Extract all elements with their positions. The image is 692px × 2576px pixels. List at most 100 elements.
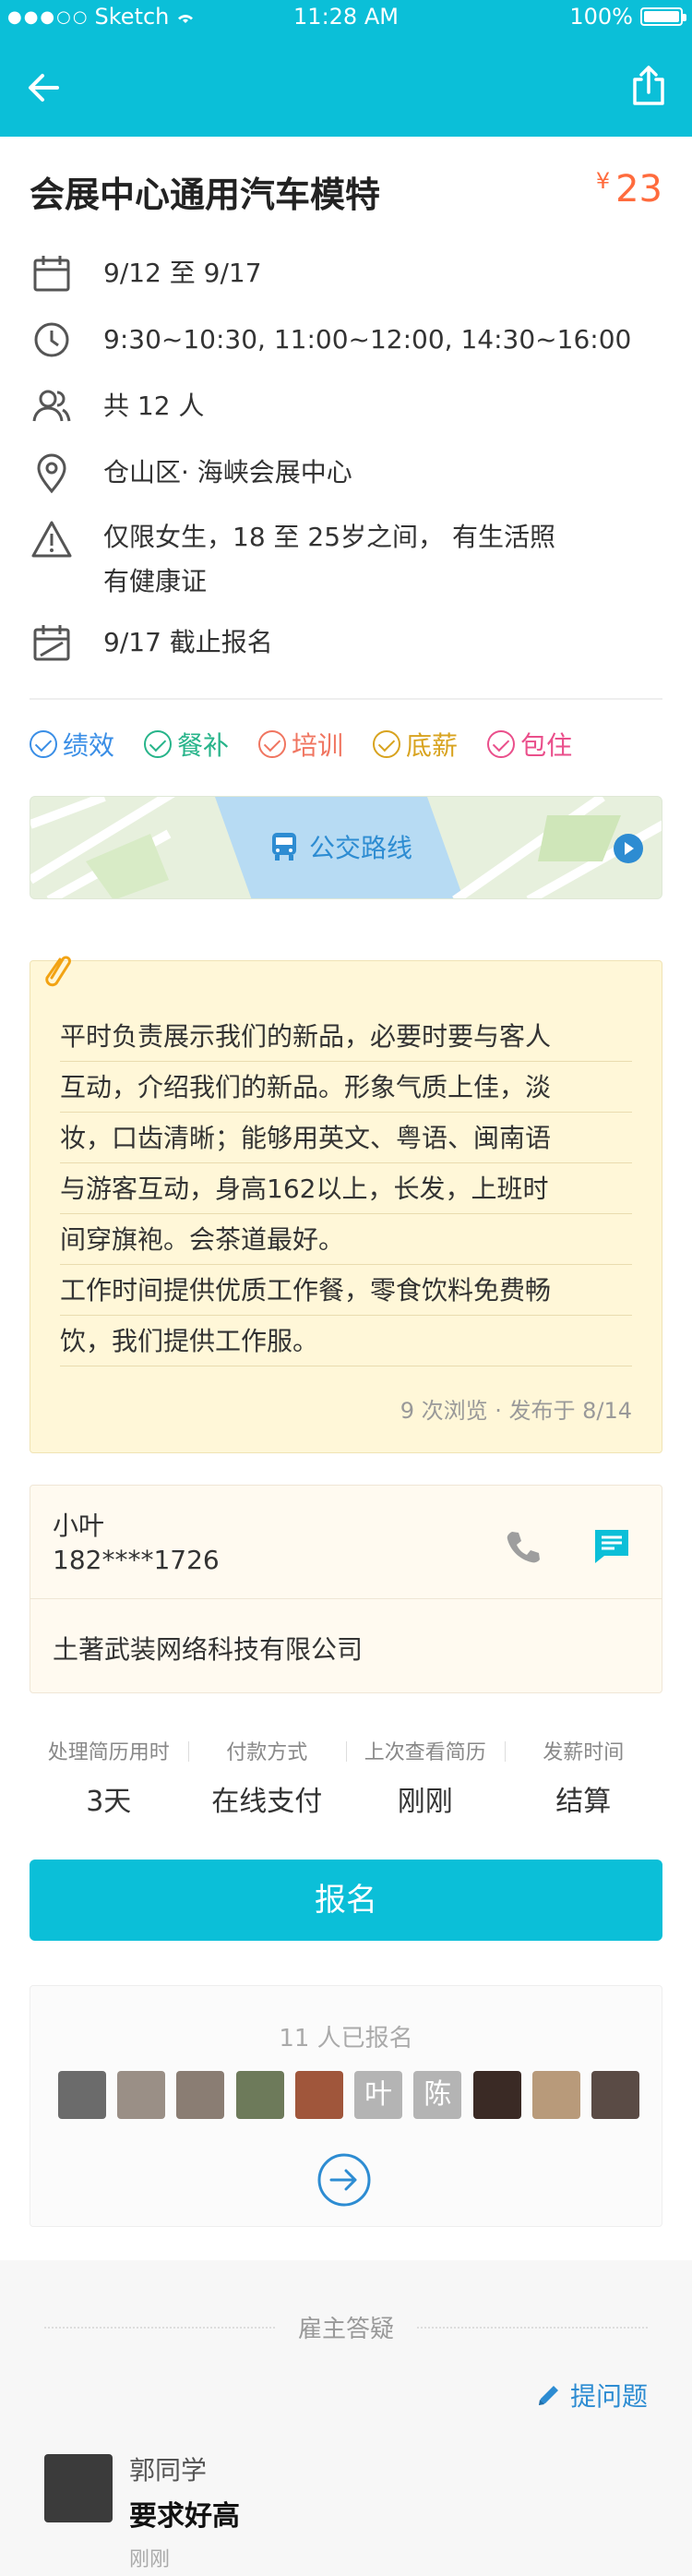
stat-pay-time: 发薪时间 结算 xyxy=(504,1736,663,1819)
tag-label: 绩效 xyxy=(63,730,115,761)
qa-author: 郭同学 xyxy=(129,2455,208,2486)
info-time: 9:30~10:30, 11:00~12:00, 14:30~16:00 xyxy=(103,324,632,355)
clock-icon xyxy=(34,322,69,357)
stat-payment-method: 付款方式 在线支付 xyxy=(187,1736,347,1819)
stat-value: 3天 xyxy=(86,1786,132,1818)
avatar[interactable] xyxy=(591,2071,639,2119)
stat-value: 结算 xyxy=(555,1786,612,1818)
requirement-line-1: 仅限女生，18 至 25岁之间， 有生活照 xyxy=(103,522,555,552)
battery-icon xyxy=(640,7,686,26)
avatar[interactable]: 陈 xyxy=(413,2071,462,2119)
tag-label: 包住 xyxy=(520,730,573,761)
avatar[interactable] xyxy=(58,2071,106,2119)
qa-time: 刚刚 xyxy=(129,2548,171,2571)
info-row-requirement: 仅限女生，18 至 25岁之间， 有生活照 有健康证 xyxy=(30,515,662,608)
bus-icon xyxy=(272,833,296,861)
play-arrow-icon[interactable] xyxy=(614,834,643,863)
info-requirement: 仅限女生，18 至 25岁之间， 有生活照 有健康证 xyxy=(103,515,555,604)
applicants-count: 11 人已报名 xyxy=(279,2025,413,2052)
check-circle-icon xyxy=(487,730,516,758)
app-header xyxy=(0,37,692,137)
check-circle-icon xyxy=(258,730,287,758)
map-label-text: 公交路线 xyxy=(309,833,413,863)
price-value: 23 xyxy=(615,168,662,211)
qa-item: 郭同学 要求好高 刚刚 xyxy=(44,2447,648,2571)
info-row-date: 9/12 至 9/17 xyxy=(30,249,662,301)
tag-performance: 绩效 xyxy=(30,726,114,763)
location-pin-icon xyxy=(37,453,66,494)
warning-icon xyxy=(31,521,72,558)
ask-question-label: 提问题 xyxy=(569,2381,648,2412)
contact-name: 小叶 xyxy=(53,1511,105,1541)
stat-label: 上次查看简历 xyxy=(364,1741,486,1764)
tag-label: 餐补 xyxy=(177,730,230,761)
tag-label: 培训 xyxy=(292,730,344,761)
check-circle-icon xyxy=(144,730,173,758)
avatar[interactable] xyxy=(117,2071,166,2119)
info-deadline: 9/17 截止报名 xyxy=(103,627,273,657)
description-line: 间穿旗袍。会茶道最好。 xyxy=(60,1214,632,1265)
info-headcount: 共 12 人 xyxy=(103,391,205,421)
people-icon xyxy=(32,390,71,422)
info-row-time: 9:30~10:30, 11:00~12:00, 14:30~16:00 xyxy=(30,316,662,367)
avatar xyxy=(44,2454,113,2522)
currency-symbol: ¥ xyxy=(595,168,611,194)
tag-base-salary: 底薪 xyxy=(373,726,458,763)
back-arrow-icon[interactable] xyxy=(24,68,63,107)
ask-question-button[interactable]: 提问题 xyxy=(535,2377,648,2413)
description-line: 妆，口齿清晰；能够用英文、粤语、闽南语 xyxy=(60,1113,632,1163)
qa-title: 雇主答疑 xyxy=(44,2310,648,2343)
stat-label: 发薪时间 xyxy=(543,1741,625,1764)
info-date: 9/12 至 9/17 xyxy=(103,258,262,288)
stat-value: 刚刚 xyxy=(397,1786,453,1818)
job-price: ¥23 xyxy=(596,168,662,211)
check-circle-icon xyxy=(373,730,401,758)
contact-phone: 182****1726 xyxy=(53,1545,220,1575)
stat-label: 付款方式 xyxy=(226,1741,308,1764)
avatar[interactable]: 叶 xyxy=(354,2071,403,2119)
job-description-card: 平时负责展示我们的新品，必要时要与客人 互动，介绍我们的新品。形象气质上佳，淡 … xyxy=(30,956,662,1453)
bus-route-label: 公交路线 xyxy=(270,828,412,865)
description-line: 平时负责展示我们的新品，必要时要与客人 xyxy=(60,1011,632,1062)
stat-value: 在线支付 xyxy=(211,1786,323,1818)
info-row-location: 仓山区· 海峡会展中心 xyxy=(30,449,662,500)
description-line: 工作时间提供优质工作餐，零食饮料免费畅 xyxy=(60,1265,632,1316)
check-circle-icon xyxy=(30,730,57,758)
description-line: 互动，介绍我们的新品。形象气质上佳，淡 xyxy=(60,1062,632,1113)
stat-label: 处理简历用时 xyxy=(47,1741,170,1764)
phone-icon[interactable] xyxy=(503,1526,543,1567)
employer-stats: 处理简历用时 3天 付款方式在线支付 上次查看简历刚刚 发薪时间结算 xyxy=(30,1736,662,1819)
avatar[interactable] xyxy=(235,2071,284,2119)
avatar[interactable] xyxy=(472,2071,521,2119)
share-icon[interactable] xyxy=(629,65,668,107)
avatar[interactable] xyxy=(531,2071,580,2119)
description-meta: 9 次浏览 · 发布于 8/14 xyxy=(400,1398,632,1424)
bus-route-map[interactable]: 公交路线 xyxy=(30,796,662,899)
calendar-icon xyxy=(33,256,70,292)
status-bar: ●●●○○ Sketch 11:28 AM 100% xyxy=(0,0,692,37)
tag-meal: 餐补 xyxy=(144,726,229,763)
avatar[interactable] xyxy=(176,2071,225,2119)
paperclip-icon xyxy=(45,956,71,987)
stat-resume-time: 处理简历用时 3天 xyxy=(30,1736,188,1819)
divider xyxy=(30,698,662,700)
benefit-tags: 绩效 餐补 培训 底薪 包住 xyxy=(30,726,662,763)
qa-question: 要求好高 xyxy=(129,2500,240,2533)
contact-divider xyxy=(30,1598,662,1599)
stat-last-viewed: 上次查看简历 刚刚 xyxy=(346,1736,505,1819)
message-icon[interactable] xyxy=(591,1526,632,1567)
info-location: 仓山区· 海峡会展中心 xyxy=(103,457,352,488)
info-row-headcount: 共 12 人 xyxy=(30,382,662,434)
contact-card: 小叶 182****1726 土著武装网络科技有限公司 xyxy=(30,1485,662,1693)
calendar-deadline-icon xyxy=(33,625,70,661)
tag-housing: 包住 xyxy=(487,726,572,763)
company-name[interactable]: 土著武装网络科技有限公司 xyxy=(53,1630,363,1667)
tag-training: 培训 xyxy=(258,726,343,763)
battery-percent: 100% xyxy=(569,4,633,30)
avatar[interactable] xyxy=(294,2071,343,2119)
pencil-icon xyxy=(538,2386,558,2405)
job-title-row: 会展中心通用汽车模特 ¥23 xyxy=(30,166,662,218)
apply-button[interactable]: 报名 xyxy=(30,1860,662,1941)
arrow-right-icon[interactable] xyxy=(316,2152,372,2208)
info-row-deadline: 9/17 截止报名 xyxy=(30,619,662,670)
